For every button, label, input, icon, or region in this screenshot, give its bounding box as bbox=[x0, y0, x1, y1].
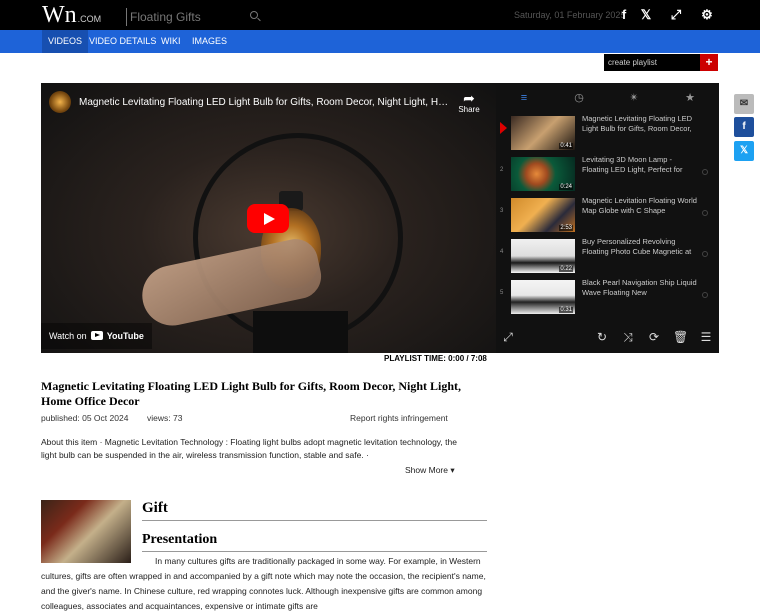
fullscreen-icon[interactable]: ⤢ bbox=[668, 7, 684, 23]
video-thumbnail: 0:24 bbox=[511, 157, 575, 191]
view-count: views: 73 bbox=[147, 413, 183, 423]
fire-icon[interactable]: ✴ bbox=[627, 91, 641, 105]
loop-icon[interactable]: ⟳ bbox=[647, 330, 661, 344]
video-duration: 0:22 bbox=[559, 266, 573, 272]
facebook-icon[interactable]: f bbox=[734, 117, 754, 137]
playlist-item[interactable]: 4 0:22 Buy Personalized Revolving Floati… bbox=[496, 237, 711, 277]
twitter-icon[interactable]: 𝕏 bbox=[638, 7, 654, 23]
facebook-icon[interactable]: f bbox=[616, 7, 632, 23]
video-title: Magnetic Levitation Floating World Map G… bbox=[582, 196, 697, 215]
video-title: Buy Personalized Revolving Floating Phot… bbox=[582, 237, 692, 256]
wiki-heading: Gift bbox=[142, 500, 487, 521]
nav-wiki[interactable]: WIKI bbox=[155, 30, 187, 53]
video-title-heading: Magnetic Levitating Floating LED Light B… bbox=[41, 379, 461, 408]
playlist-panel: ≡ ◷ ✴ ★ 0:41 Magnetic Levitating Floatin… bbox=[496, 83, 719, 353]
top-bar: Wn.COM Floating Gifts Saturday, 01 Febru… bbox=[0, 0, 760, 30]
current-marker-icon bbox=[500, 122, 507, 134]
playlist-time: PLAYLIST TIME: 0:00 / 7:08 bbox=[384, 354, 487, 363]
share-icon: ➦ bbox=[463, 90, 475, 106]
clock-icon[interactable]: ◷ bbox=[572, 91, 586, 105]
share-button[interactable]: ➦ Share bbox=[455, 91, 483, 114]
playlist-icon[interactable]: ≡ bbox=[517, 91, 531, 105]
search-icon[interactable] bbox=[250, 11, 258, 19]
list-icon[interactable]: ☰ bbox=[699, 330, 713, 344]
nav-images[interactable]: IMAGES bbox=[186, 30, 233, 53]
star-icon[interactable]: ★ bbox=[683, 91, 697, 105]
show-more-button[interactable]: Show More ▾ bbox=[405, 465, 455, 476]
date-display: Saturday, 01 February 2025 bbox=[514, 10, 626, 20]
show-more-label: Show More bbox=[405, 465, 448, 475]
item-number: 5 bbox=[500, 290, 504, 296]
nav-videos[interactable]: VIDEOS bbox=[42, 30, 89, 53]
share-label: Share bbox=[458, 105, 480, 114]
video-duration: 0:31 bbox=[559, 307, 573, 313]
logo-text: Wn bbox=[42, 2, 77, 28]
published-date: published: 05 Oct 2024 bbox=[41, 413, 129, 423]
caret-down-icon: ▾ bbox=[450, 465, 455, 475]
wiki-subheading: Presentation bbox=[142, 532, 487, 552]
search-input[interactable]: Floating Gifts bbox=[126, 8, 258, 26]
channel-avatar[interactable] bbox=[49, 91, 71, 113]
create-playlist-button[interactable]: create playlist bbox=[604, 54, 700, 71]
video-duration: 0:24 bbox=[559, 184, 573, 190]
youtube-logo-icon bbox=[90, 331, 103, 340]
play-button[interactable] bbox=[247, 204, 289, 233]
watch-on-youtube[interactable]: Watch on YouTube bbox=[41, 323, 152, 349]
player-title[interactable]: Magnetic Levitating Floating LED Light B… bbox=[79, 97, 449, 108]
video-duration: 0:41 bbox=[559, 143, 573, 149]
playlist-item[interactable]: 3 2:53 Magnetic Levitation Floating Worl… bbox=[496, 196, 711, 236]
playlist-item[interactable]: 0:41 Magnetic Levitating Floating LED Li… bbox=[496, 114, 711, 154]
video-thumbnail: 0:31 bbox=[511, 280, 575, 314]
playlist-item[interactable]: 5 0:31 Black Pearl Navigation Ship Liqui… bbox=[496, 278, 711, 318]
nav-video-details[interactable]: VIDEO DETAILS bbox=[83, 30, 162, 53]
trash-icon[interactable]: 🗑 bbox=[673, 330, 688, 344]
select-checkbox[interactable] bbox=[702, 292, 708, 298]
video-title: Levitating 3D Moon Lamp - Floating LED L… bbox=[582, 155, 683, 174]
email-icon[interactable]: ✉ bbox=[734, 94, 754, 114]
wiki-text: In many cultures gifts are traditionally… bbox=[41, 556, 486, 611]
site-logo[interactable]: Wn.COM bbox=[42, 2, 101, 32]
video-thumbnail: 2:53 bbox=[511, 198, 575, 232]
expand-icon[interactable]: ⤢ bbox=[501, 330, 515, 344]
lamp-stand bbox=[253, 311, 348, 353]
gear-icon[interactable]: ⚙ bbox=[699, 7, 715, 23]
logo-suffix: .COM bbox=[77, 14, 102, 24]
select-checkbox[interactable] bbox=[702, 210, 708, 216]
select-checkbox[interactable] bbox=[702, 251, 708, 257]
item-number: 2 bbox=[500, 167, 504, 173]
video-thumbnail: 0:22 bbox=[511, 239, 575, 273]
nav-bar: VIDEOS VIDEO DETAILS WIKI IMAGES bbox=[0, 30, 760, 53]
video-duration: 2:53 bbox=[559, 225, 573, 231]
video-description: About this item · Magnetic Levitation Te… bbox=[41, 437, 457, 460]
report-link[interactable]: Report rights infringement bbox=[350, 413, 448, 423]
video-player[interactable]: Magnetic Levitating Floating LED Light B… bbox=[41, 83, 496, 353]
youtube-label: YouTube bbox=[106, 331, 144, 341]
watch-on-label: Watch on bbox=[49, 331, 87, 341]
item-number: 3 bbox=[500, 208, 504, 214]
playlist-item[interactable]: 2 0:24 Levitating 3D Moon Lamp - Floatin… bbox=[496, 155, 711, 195]
video-thumbnail: 0:41 bbox=[511, 116, 575, 150]
item-number: 4 bbox=[500, 249, 504, 255]
add-playlist-button[interactable]: + bbox=[700, 54, 718, 71]
repeat-icon[interactable]: ↻ bbox=[595, 330, 609, 344]
video-title: Magnetic Levitating Floating LED Light B… bbox=[582, 114, 693, 133]
twitter-icon[interactable]: 𝕏 bbox=[734, 141, 754, 161]
select-checkbox[interactable] bbox=[702, 169, 708, 175]
video-title: Black Pearl Navigation Ship Liquid Wave … bbox=[582, 278, 697, 297]
shuffle-icon[interactable]: ⤨ bbox=[621, 330, 635, 344]
